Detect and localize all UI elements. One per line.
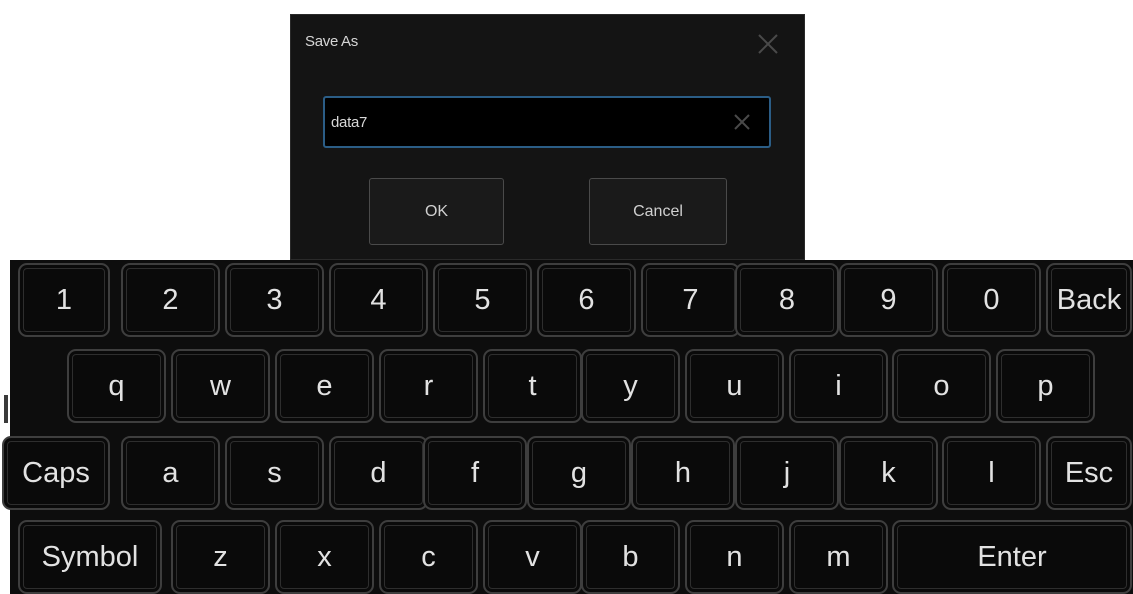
key-d[interactable]: d — [329, 436, 428, 510]
key-k[interactable]: k — [839, 436, 938, 510]
close-icon[interactable] — [756, 32, 780, 56]
key-8[interactable]: 8 — [735, 263, 839, 337]
key-e[interactable]: e — [275, 349, 374, 423]
key-4[interactable]: 4 — [329, 263, 428, 337]
key-z[interactable]: z — [171, 520, 270, 594]
key-x[interactable]: x — [275, 520, 374, 594]
clear-icon[interactable] — [733, 113, 751, 131]
key-l[interactable]: l — [942, 436, 1041, 510]
save-as-dialog: Save As OK Cancel — [290, 14, 805, 260]
key-5[interactable]: 5 — [433, 263, 532, 337]
keyboard-edge-mark — [4, 395, 8, 423]
key-back[interactable]: Back — [1046, 263, 1132, 337]
keyboard-edge — [0, 260, 10, 594]
key-v[interactable]: v — [483, 520, 582, 594]
key-b[interactable]: b — [581, 520, 680, 594]
key-r[interactable]: r — [379, 349, 478, 423]
key-u[interactable]: u — [685, 349, 784, 423]
key-w[interactable]: w — [171, 349, 270, 423]
key-a[interactable]: a — [121, 436, 220, 510]
filename-input[interactable] — [331, 98, 721, 146]
key-p[interactable]: p — [996, 349, 1095, 423]
key-3[interactable]: 3 — [225, 263, 324, 337]
key-s[interactable]: s — [225, 436, 324, 510]
key-1[interactable]: 1 — [18, 263, 110, 337]
dialog-title: Save As — [305, 33, 358, 50]
key-t[interactable]: t — [483, 349, 582, 423]
on-screen-keyboard: 1 2 3 4 5 6 7 8 9 0 Back q w e r t y u i… — [2, 260, 1133, 594]
filename-field[interactable] — [323, 96, 771, 148]
key-g[interactable]: g — [527, 436, 631, 510]
key-i[interactable]: i — [789, 349, 888, 423]
key-h[interactable]: h — [631, 436, 735, 510]
key-o[interactable]: o — [892, 349, 991, 423]
key-2[interactable]: 2 — [121, 263, 220, 337]
key-9[interactable]: 9 — [839, 263, 938, 337]
key-7[interactable]: 7 — [641, 263, 740, 337]
key-m[interactable]: m — [789, 520, 888, 594]
key-symbol[interactable]: Symbol — [18, 520, 162, 594]
key-j[interactable]: j — [735, 436, 839, 510]
key-y[interactable]: y — [581, 349, 680, 423]
key-caps[interactable]: Caps — [2, 436, 110, 510]
key-n[interactable]: n — [685, 520, 784, 594]
key-c[interactable]: c — [379, 520, 478, 594]
ok-button[interactable]: OK — [369, 178, 504, 245]
key-q[interactable]: q — [67, 349, 166, 423]
key-esc[interactable]: Esc — [1046, 436, 1132, 510]
key-6[interactable]: 6 — [537, 263, 636, 337]
key-f[interactable]: f — [423, 436, 527, 510]
key-enter[interactable]: Enter — [892, 520, 1132, 594]
key-0[interactable]: 0 — [942, 263, 1041, 337]
cancel-button[interactable]: Cancel — [589, 178, 727, 245]
